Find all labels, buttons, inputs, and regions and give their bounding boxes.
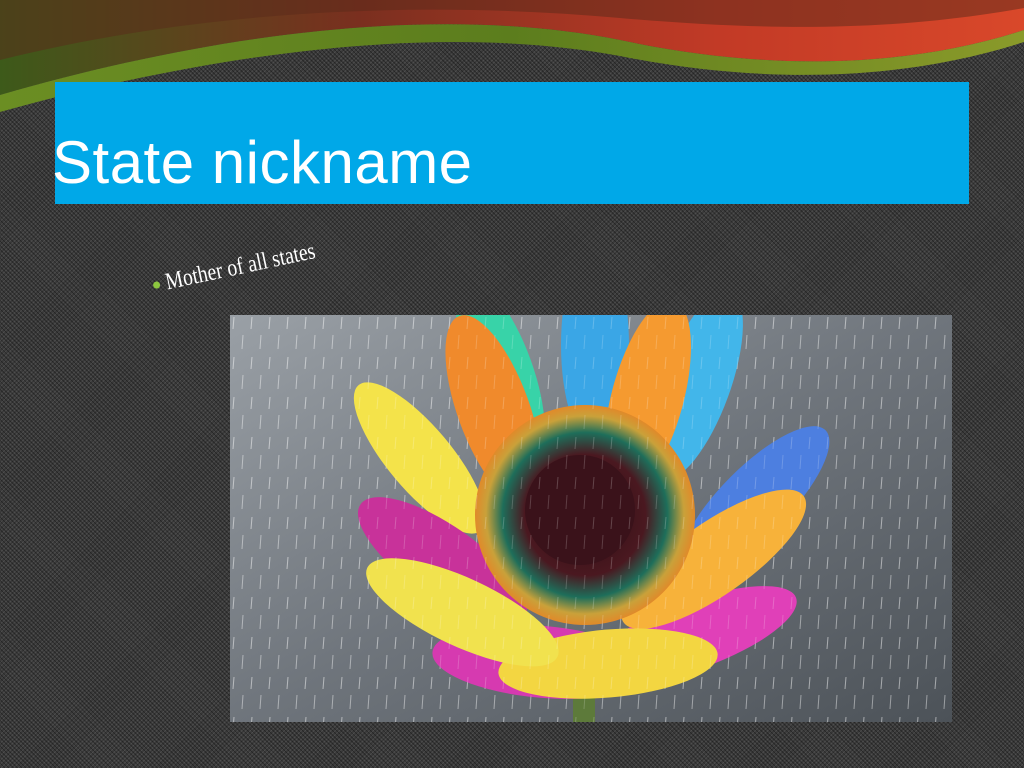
bullet-marker-icon xyxy=(152,280,161,290)
flower-photo xyxy=(230,315,952,722)
slide-title: State nickname xyxy=(52,129,473,196)
bullet-text: Mother of all states xyxy=(163,238,318,296)
bullet-item: Mother of all states xyxy=(150,231,350,299)
